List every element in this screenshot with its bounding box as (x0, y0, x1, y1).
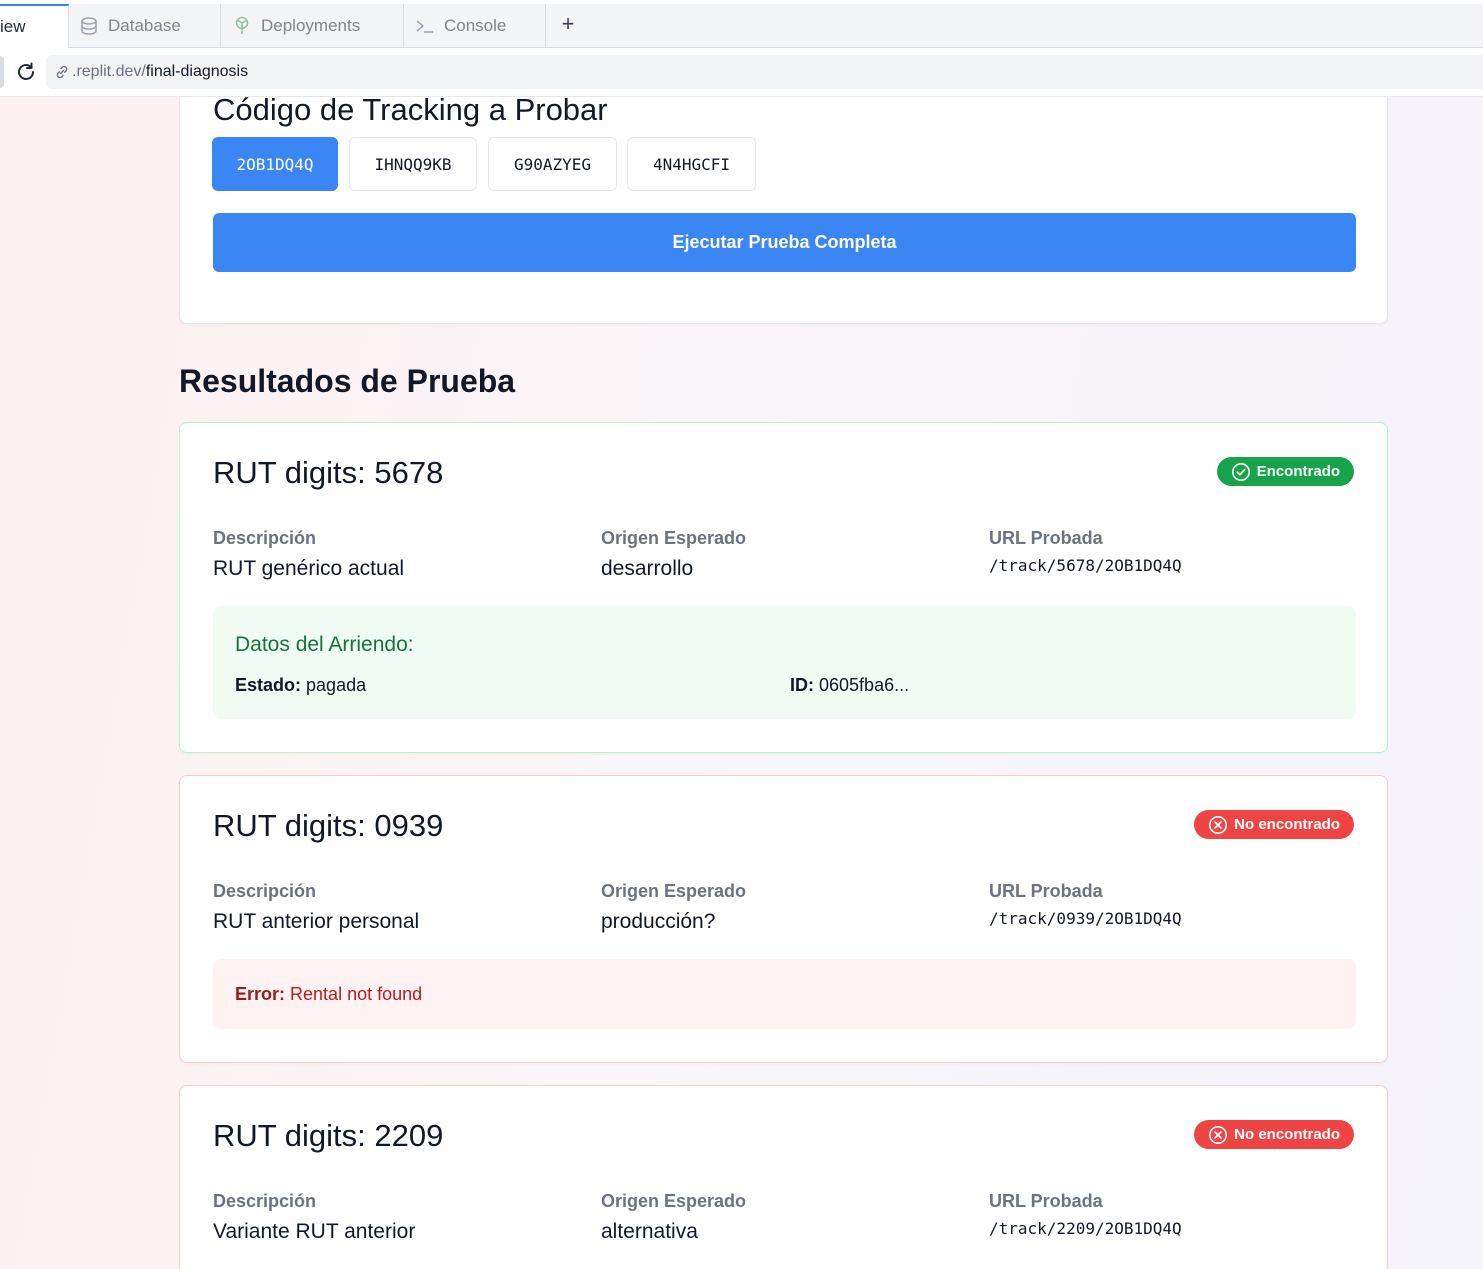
origin-value: producción? (601, 910, 716, 933)
result-card: RUT digits: 0939 No encontrado Descripci… (179, 775, 1388, 1063)
tab-database-label: Database (108, 16, 181, 35)
check-circle-icon (1231, 462, 1250, 481)
url-value: /track/5678/2OB1DQ4Q (989, 556, 1182, 575)
origin-label: Origen Esperado (601, 881, 747, 901)
tab-console-label: Console (444, 16, 507, 35)
database-icon (78, 15, 100, 37)
tracking-code-card: Código de Tracking a Probar 2OB1DQ4Q IHN… (179, 97, 1388, 324)
description-label: Descripción (213, 528, 317, 548)
rental-id-value: 0605fba6... (819, 675, 910, 695)
error-box: Error: Rental not found (213, 959, 1356, 1029)
description-value: RUT anterior personal (213, 910, 420, 933)
url-value: /track/0939/2OB1DQ4Q (989, 909, 1182, 928)
tab-preview[interactable]: iew (0, 4, 69, 48)
description-value: Variante RUT anterior (213, 1220, 416, 1243)
link-icon (54, 64, 70, 80)
tracking-code-button-3[interactable]: G90AZYEG (488, 137, 617, 191)
console-icon (414, 15, 436, 37)
rental-id: ID: 0605fba6... (790, 675, 909, 696)
address-bar-row: .replit.dev/final-diagnosis (0, 48, 1483, 97)
error-text: Error: Rental not found (235, 984, 422, 1005)
page-content: Código de Tracking a Probar 2OB1DQ4Q IHN… (0, 97, 1483, 1269)
x-circle-icon (1209, 1125, 1228, 1144)
rental-id-label: ID: (790, 675, 814, 695)
status-badge: No encontrado (1194, 1120, 1354, 1149)
new-tab-button[interactable]: + (556, 11, 580, 36)
url-domain: .replit.dev/ (72, 63, 146, 80)
description-label: Descripción (213, 1191, 317, 1211)
status-badge: No encontrado (1194, 810, 1354, 839)
error-label: Error: (235, 984, 286, 1004)
origin-value: desarrollo (601, 557, 694, 580)
tracking-code-button-4[interactable]: 4N4HGCFI (627, 137, 756, 191)
tab-deployments[interactable]: Deployments (221, 4, 404, 48)
status-badge-label: Encontrado (1256, 463, 1340, 480)
description-value: RUT genérico actual (213, 557, 405, 580)
back-button-stub[interactable] (0, 56, 4, 88)
results-title: Resultados de Prueba (179, 363, 516, 399)
result-title: RUT digits: 0939 (213, 808, 444, 843)
x-circle-icon (1209, 815, 1228, 834)
url-label: URL Probada (989, 1191, 1103, 1211)
url-value: /track/2209/2OB1DQ4Q (989, 1219, 1182, 1238)
tab-preview-label: iew (0, 17, 26, 36)
status-badge-label: No encontrado (1234, 816, 1340, 833)
status-badge-label: No encontrado (1234, 1126, 1340, 1143)
tracking-code-title: Código de Tracking a Probar (213, 97, 608, 127)
tab-database[interactable]: Database (69, 4, 221, 48)
browser-tab-strip: iew Database Deployments Console + (0, 0, 1483, 48)
origin-label: Origen Esperado (601, 528, 747, 548)
run-full-test-button[interactable]: Ejecutar Prueba Completa (213, 213, 1356, 272)
origin-label: Origen Esperado (601, 1191, 747, 1211)
error-message: Rental not found (290, 984, 423, 1004)
status-badge: Encontrado (1216, 457, 1354, 486)
result-title: RUT digits: 2209 (213, 1118, 444, 1153)
origin-value: alternativa (601, 1220, 698, 1243)
rental-status-value: pagada (306, 675, 367, 695)
result-card: RUT digits: 2209 No encontrado Descripci… (179, 1085, 1388, 1269)
tab-console[interactable]: Console (404, 4, 546, 48)
url-path: final-diagnosis (145, 63, 249, 80)
tab-deployments-label: Deployments (261, 16, 361, 35)
result-card: RUT digits: 5678 Encontrado Descripción … (179, 422, 1388, 753)
url-field[interactable]: .replit.dev/final-diagnosis (46, 55, 1483, 89)
rental-status: Estado: pagada (235, 675, 366, 696)
reload-icon[interactable] (14, 60, 38, 84)
url-label: URL Probada (989, 881, 1103, 901)
url-label: URL Probada (989, 528, 1103, 548)
description-label: Descripción (213, 881, 317, 901)
tracking-code-button-2[interactable]: IHNQQ9KB (349, 137, 477, 191)
rental-data-title: Datos del Arriendo: (235, 633, 414, 656)
rental-data-box: Datos del Arriendo: Estado: pagada ID: 0… (213, 606, 1356, 719)
deployments-icon (231, 15, 253, 37)
rental-status-label: Estado: (235, 675, 302, 695)
tracking-code-button-1[interactable]: 2OB1DQ4Q (212, 137, 338, 191)
result-title: RUT digits: 5678 (213, 455, 444, 490)
